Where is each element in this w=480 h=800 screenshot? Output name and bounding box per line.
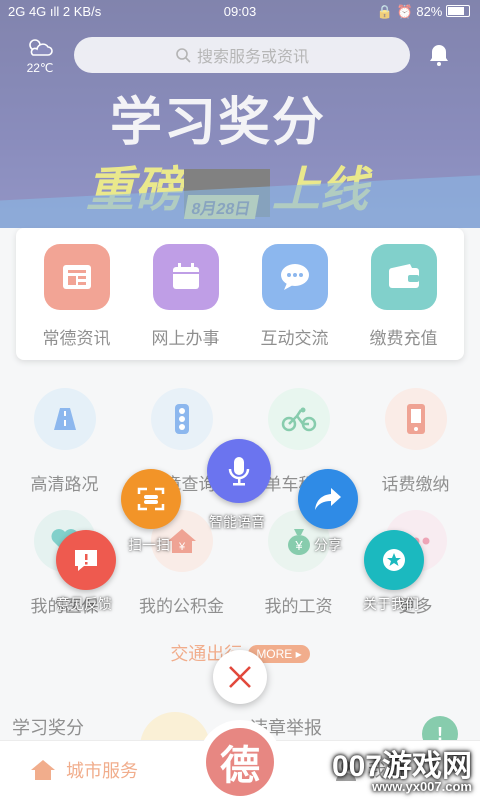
close-menu-button[interactable] <box>213 650 267 704</box>
scan-icon <box>137 487 165 511</box>
voice-button[interactable] <box>207 439 271 503</box>
star-icon <box>383 549 405 571</box>
about-button[interactable] <box>364 530 424 590</box>
close-icon <box>229 666 251 688</box>
about-label: 关于我们 <box>363 596 419 612</box>
microphone-icon <box>228 457 250 486</box>
feedback-icon <box>75 550 97 571</box>
scan-label: 扫一扫 <box>128 537 170 553</box>
feedback-label: 意见反馈 <box>56 596 112 612</box>
share-icon <box>315 488 341 510</box>
watermark: 007游戏网 www.yx007.com <box>332 741 472 794</box>
voice-label: 智能语音 <box>209 514 265 530</box>
feedback-button[interactable] <box>56 530 116 590</box>
share-label: 分享 <box>314 537 342 553</box>
share-button[interactable] <box>298 469 358 529</box>
scan-button[interactable] <box>121 469 181 529</box>
